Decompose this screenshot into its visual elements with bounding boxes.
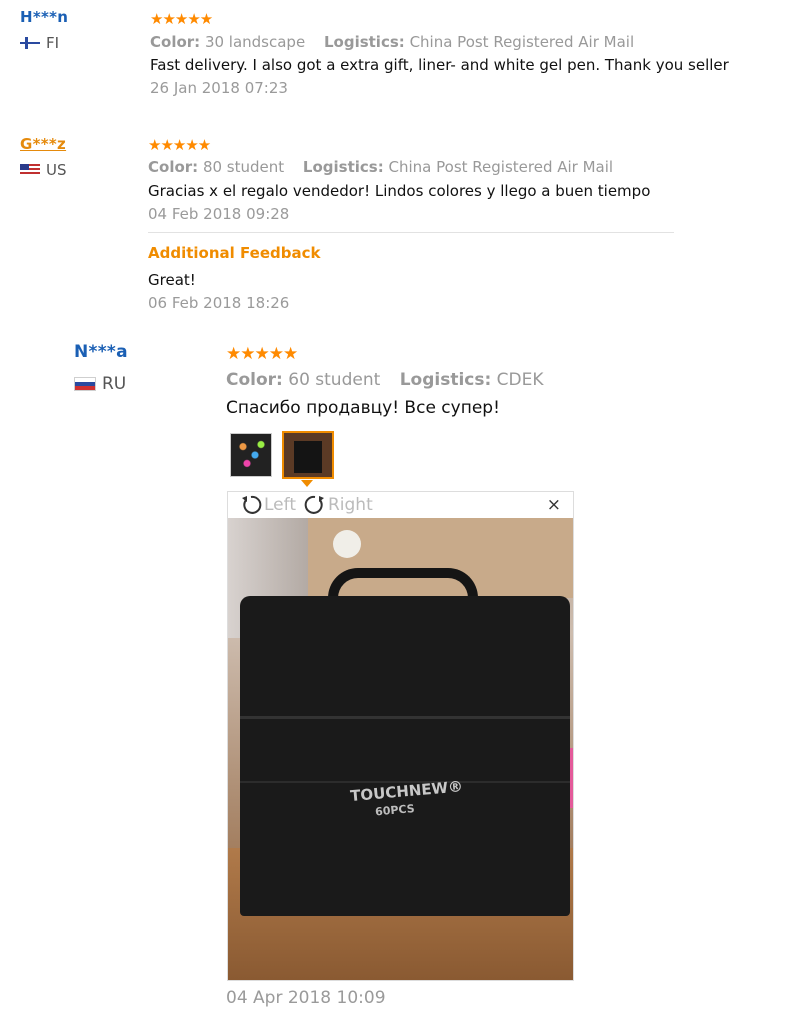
country-code: US — [46, 161, 67, 179]
review-text: Спасибо продавцу! Все супер! — [226, 398, 500, 418]
russia-flag-icon — [74, 377, 96, 391]
color-value: 30 landscape — [204, 33, 306, 51]
review-photo-thumbnail-selected[interactable] — [282, 431, 334, 479]
order-info: Color: 30 landscape Logistics: China Pos… — [150, 33, 634, 51]
rotate-left-button[interactable]: Left — [240, 494, 296, 516]
rating-stars: ★★★★★ — [150, 10, 213, 28]
photo-viewer: Left Right × TOUCHNEW® 60PCS — [227, 491, 574, 981]
additional-feedback-date: 06 Feb 2018 18:26 — [148, 294, 290, 312]
review-date: 26 Jan 2018 07:23 — [150, 79, 288, 97]
rotate-left-icon — [242, 495, 262, 514]
rating-stars: ★★★★★ — [148, 136, 211, 154]
logistics-value: China Post Registered Air Mail — [388, 158, 614, 176]
color-label: Color: — [148, 158, 199, 176]
rotate-left-label: Left — [264, 495, 296, 515]
selected-indicator-arrow — [301, 480, 313, 487]
review-text: Gracias x el regalo vendedor! Lindos col… — [148, 182, 651, 200]
logistics-label: Logistics: — [399, 370, 492, 390]
reviewer-country: RU — [74, 374, 126, 394]
review-date: 04 Feb 2018 09:28 — [148, 205, 290, 223]
logistics-value: CDEK — [496, 370, 544, 390]
reviewer-name[interactable]: H***n — [20, 8, 68, 26]
viewer-toolbar: Left Right × — [228, 492, 573, 518]
reviewer-name[interactable]: N***a — [74, 342, 128, 362]
country-code: RU — [102, 374, 127, 394]
review-date: 04 Apr 2018 10:09 — [226, 988, 386, 1008]
additional-feedback-label: Additional Feedback — [148, 244, 321, 262]
review-photo-thumbnail[interactable] — [230, 433, 272, 477]
reviewer-country: FI — [20, 34, 59, 52]
review-text: Fast delivery. I also got a extra gift, … — [150, 56, 729, 74]
reviewer-name[interactable]: G***z — [20, 135, 66, 153]
logistics-value: China Post Registered Air Mail — [409, 33, 635, 51]
logistics-label: Logistics: — [302, 158, 384, 176]
color-label: Color: — [150, 33, 201, 51]
rating-stars: ★★★★★ — [226, 344, 298, 364]
rotate-right-button[interactable]: Right — [304, 494, 373, 516]
review-photo: TOUCHNEW® 60PCS — [228, 518, 573, 980]
color-value: 80 student — [202, 158, 285, 176]
order-info: Color: 60 student Logistics: CDEK — [226, 370, 544, 390]
rotate-right-label: Right — [327, 495, 373, 515]
rotate-right-icon — [304, 495, 324, 514]
order-info: Color: 80 student Logistics: China Post … — [148, 158, 613, 176]
reviewer-country: US — [20, 161, 67, 179]
divider — [148, 232, 674, 233]
color-label: Color: — [226, 370, 283, 390]
close-button[interactable]: × — [547, 495, 561, 515]
bag: TOUCHNEW® 60PCS — [240, 596, 570, 916]
finland-flag-icon — [20, 37, 40, 49]
country-code: FI — [46, 34, 60, 52]
logistics-label: Logistics: — [323, 33, 405, 51]
us-flag-icon — [20, 164, 40, 176]
color-value: 60 student — [288, 370, 381, 390]
additional-feedback-text: Great! — [148, 271, 196, 289]
